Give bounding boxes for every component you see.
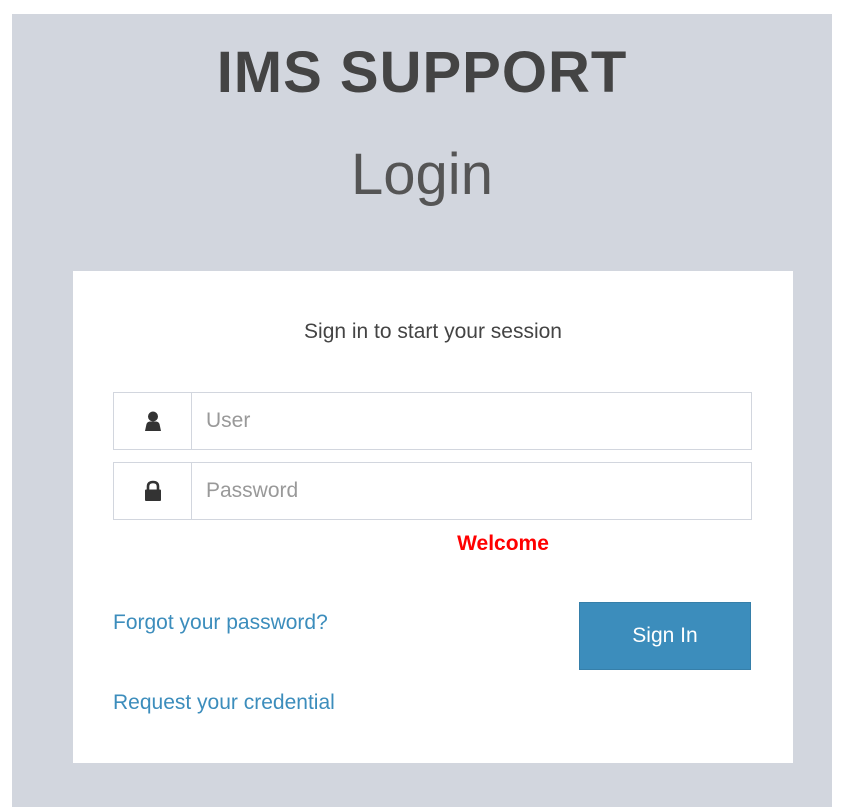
app-title: IMS SUPPORT <box>216 40 628 105</box>
password-input-group <box>113 462 752 520</box>
login-box: Sign in to start your session Welcome Fo… <box>73 271 793 763</box>
password-input[interactable] <box>192 463 751 519</box>
page-title: Login <box>351 142 493 207</box>
user-input[interactable] <box>192 393 751 449</box>
user-icon <box>114 393 192 449</box>
sign-in-button[interactable]: Sign In <box>579 602 751 670</box>
login-box-message: Sign in to start your session <box>304 320 562 343</box>
lock-icon <box>114 463 192 519</box>
user-input-group <box>113 392 752 450</box>
status-message: Welcome <box>457 532 549 555</box>
request-credential-link[interactable]: Request your credential <box>113 690 335 716</box>
forgot-password-link[interactable]: Forgot your password? <box>113 610 328 636</box>
